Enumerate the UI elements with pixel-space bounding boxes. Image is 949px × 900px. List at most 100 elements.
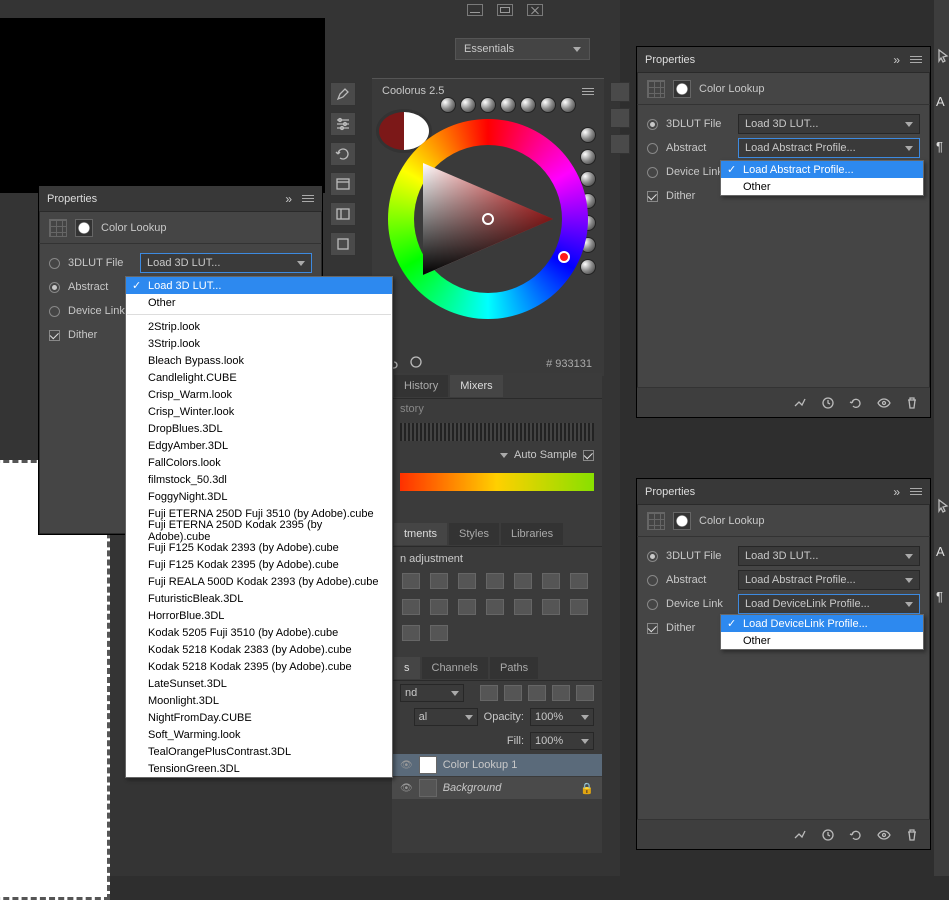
radio-device[interactable]	[49, 306, 60, 317]
dd-item[interactable]: Candlelight.CUBE	[126, 369, 392, 386]
adj-icon[interactable]	[570, 599, 588, 615]
preset-swatch[interactable]	[500, 97, 516, 113]
select-device[interactable]: Load DeviceLink Profile...	[738, 594, 920, 614]
select-3dlut[interactable]: Load 3D LUT...	[738, 546, 920, 566]
radio-device[interactable]	[647, 599, 658, 610]
adj-icon[interactable]	[514, 599, 532, 615]
previous-icon[interactable]	[820, 395, 836, 411]
pilcrow-icon[interactable]: ¶	[936, 589, 949, 604]
window-minimize[interactable]	[467, 4, 483, 16]
eye-icon[interactable]	[400, 782, 413, 794]
tab-mixers[interactable]: Mixers	[450, 375, 502, 397]
adj-icon[interactable]	[458, 573, 476, 589]
adj-icon[interactable]	[430, 599, 448, 615]
dd-item[interactable]: Load 3D LUT...	[126, 277, 392, 294]
tab-adjustments[interactable]: tments	[394, 523, 447, 545]
check-dither[interactable]	[647, 191, 658, 202]
opacity-input[interactable]: 100%	[530, 708, 594, 726]
radio-3dlut[interactable]	[49, 258, 60, 269]
window-maximize[interactable]	[497, 4, 513, 16]
collapse-icon[interactable]	[893, 485, 900, 499]
dd-item[interactable]: Load DeviceLink Profile...	[721, 615, 923, 632]
adj-icon[interactable]	[402, 599, 420, 615]
preset-swatch[interactable]	[480, 97, 496, 113]
check-dither[interactable]	[49, 330, 60, 341]
dd-item[interactable]: Moonlight.3DL	[126, 692, 392, 709]
filter-icon[interactable]	[504, 685, 522, 701]
preset-swatch[interactable]	[560, 97, 576, 113]
reset-icon[interactable]	[848, 827, 864, 843]
panel-icon[interactable]	[330, 202, 356, 226]
adj-icon[interactable]	[570, 573, 588, 589]
adj-icon[interactable]	[430, 573, 448, 589]
select-abstract[interactable]: Load Abstract Profile...	[738, 570, 920, 590]
dd-item[interactable]: Other	[721, 178, 923, 195]
dd-item[interactable]: Crisp_Winter.look	[126, 403, 392, 420]
dd-item[interactable]: Other	[126, 294, 392, 311]
adj-icon[interactable]	[402, 573, 420, 589]
dd-item[interactable]: Soft_Warming.look	[126, 726, 392, 743]
collapse-icon[interactable]	[893, 53, 900, 67]
preset-swatch[interactable]	[540, 97, 556, 113]
filter-icon[interactable]	[480, 685, 498, 701]
select-abstract[interactable]: Load Abstract Profile...	[738, 138, 920, 158]
dd-item[interactable]: NightFromDay.CUBE	[126, 709, 392, 726]
tab-layers[interactable]: s	[394, 657, 420, 679]
dd-item[interactable]: LateSunset.3DL	[126, 675, 392, 692]
tab-libraries[interactable]: Libraries	[501, 523, 563, 545]
dd-item[interactable]: Fuji ETERNA 250D Kodak 2395 (by Adobe).c…	[126, 522, 392, 539]
dd-item[interactable]: Bleach Bypass.look	[126, 352, 392, 369]
radio-abstract[interactable]	[49, 282, 60, 293]
layer-row[interactable]: Background 🔒	[392, 777, 602, 799]
select-3dlut[interactable]: Load 3D LUT...	[140, 253, 312, 273]
tab-channels[interactable]: Channels	[422, 657, 488, 679]
layer-row[interactable]: Color Lookup 1	[392, 754, 602, 776]
letter-icon[interactable]: A	[936, 544, 949, 559]
dd-item[interactable]: filmstock_50.3dl	[126, 471, 392, 488]
lut-dropdown[interactable]: Load 3D LUT... Other 2Strip.look3Strip.l…	[125, 276, 393, 778]
adj-icon[interactable]	[486, 599, 504, 615]
grid-icon[interactable]	[647, 80, 665, 98]
dd-item[interactable]: Kodak 5205 Fuji 3510 (by Adobe).cube	[126, 624, 392, 641]
dd-item[interactable]: Kodak 5218 Kodak 2383 (by Adobe).cube	[126, 641, 392, 658]
dd-item[interactable]: Fuji F125 Kodak 2395 (by Adobe).cube	[126, 556, 392, 573]
adj-icon[interactable]	[514, 573, 532, 589]
eye-icon[interactable]	[876, 395, 892, 411]
cursor-icon[interactable]	[936, 48, 949, 64]
layer-filter-select[interactable]: nd	[400, 684, 464, 702]
check-dither[interactable]	[647, 623, 658, 634]
eye-icon[interactable]	[876, 827, 892, 843]
trash-icon[interactable]	[904, 827, 920, 843]
panel-icon[interactable]	[610, 134, 630, 154]
radio-3dlut[interactable]	[647, 119, 658, 130]
adj-icon[interactable]	[542, 599, 560, 615]
clip-icon[interactable]	[792, 827, 808, 843]
letter-icon[interactable]: A	[936, 94, 949, 109]
reset-icon[interactable]	[848, 395, 864, 411]
dd-item[interactable]: 2Strip.look	[126, 318, 392, 335]
abstract-dropdown[interactable]: Load Abstract Profile... Other	[720, 160, 924, 196]
auto-sample-check[interactable]	[583, 450, 594, 461]
radio-abstract[interactable]	[647, 575, 658, 586]
record-icon[interactable]	[408, 354, 424, 370]
panel-icon[interactable]	[330, 232, 356, 256]
preset-swatch[interactable]	[580, 149, 596, 165]
preset-swatch[interactable]	[580, 127, 596, 143]
panel-icon[interactable]	[610, 108, 630, 128]
dd-item[interactable]: Crisp_Warm.look	[126, 386, 392, 403]
adj-icon[interactable]	[542, 573, 560, 589]
mask-icon[interactable]	[673, 80, 691, 98]
dd-item[interactable]: HorrorBlue.3DL	[126, 607, 392, 624]
adj-icon[interactable]	[402, 625, 420, 641]
panel-menu-icon[interactable]	[582, 88, 594, 95]
preset-swatch[interactable]	[580, 171, 596, 187]
dd-item[interactable]: 3Strip.look	[126, 335, 392, 352]
dd-item[interactable]: FoggyNight.3DL	[126, 488, 392, 505]
mask-icon[interactable]	[75, 219, 93, 237]
dd-item[interactable]: Kodak 5218 Kodak 2395 (by Adobe).cube	[126, 658, 392, 675]
pilcrow-icon[interactable]: ¶	[936, 139, 949, 154]
blend-mode-select[interactable]: al	[414, 708, 478, 726]
dd-item[interactable]: FuturisticBleak.3DL	[126, 590, 392, 607]
clip-icon[interactable]	[792, 395, 808, 411]
panel-icon[interactable]	[610, 82, 630, 102]
